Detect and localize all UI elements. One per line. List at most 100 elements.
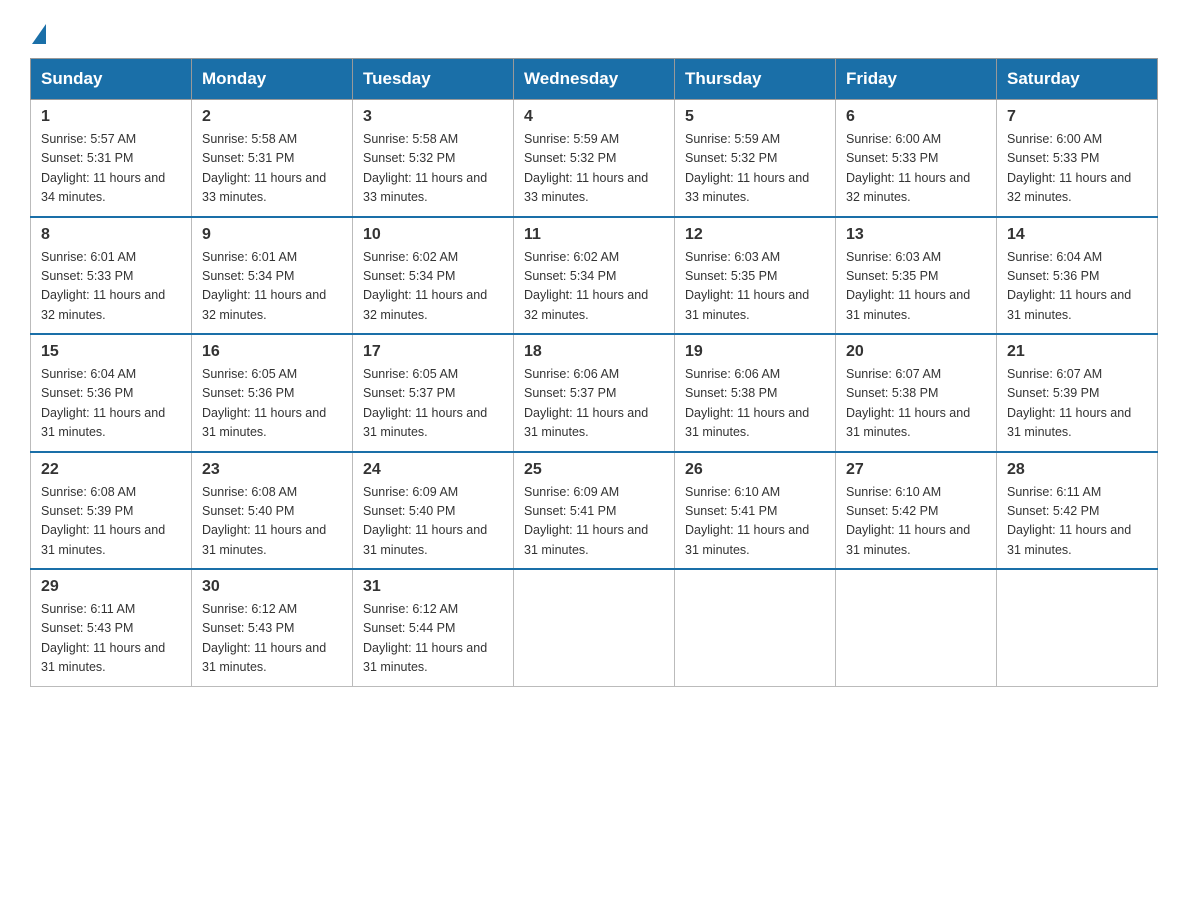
day-info: Sunrise: 6:09 AM Sunset: 5:40 PM Dayligh… <box>363 483 503 561</box>
sunrise-label: Sunrise: 5:59 AM <box>524 132 619 146</box>
day-info: Sunrise: 6:09 AM Sunset: 5:41 PM Dayligh… <box>524 483 664 561</box>
calendar-week-row: 29 Sunrise: 6:11 AM Sunset: 5:43 PM Dayl… <box>31 569 1158 686</box>
col-header-saturday: Saturday <box>997 59 1158 100</box>
sunrise-label: Sunrise: 6:05 AM <box>202 367 297 381</box>
calendar-cell: 20 Sunrise: 6:07 AM Sunset: 5:38 PM Dayl… <box>836 334 997 452</box>
page-header <box>30 20 1158 40</box>
sunset-label: Sunset: 5:40 PM <box>202 504 294 518</box>
day-number: 13 <box>846 226 986 244</box>
calendar-cell: 14 Sunrise: 6:04 AM Sunset: 5:36 PM Dayl… <box>997 217 1158 335</box>
sunset-label: Sunset: 5:32 PM <box>685 151 777 165</box>
sunrise-label: Sunrise: 6:05 AM <box>363 367 458 381</box>
daylight-label: Daylight: 11 hours and 31 minutes. <box>524 523 648 556</box>
day-number: 19 <box>685 343 825 361</box>
day-number: 31 <box>363 578 503 596</box>
daylight-label: Daylight: 11 hours and 31 minutes. <box>846 406 970 439</box>
sunrise-label: Sunrise: 6:11 AM <box>41 602 135 616</box>
daylight-label: Daylight: 11 hours and 31 minutes. <box>202 406 326 439</box>
sunset-label: Sunset: 5:33 PM <box>846 151 938 165</box>
daylight-label: Daylight: 11 hours and 34 minutes. <box>41 171 165 204</box>
daylight-label: Daylight: 11 hours and 31 minutes. <box>202 641 326 674</box>
calendar-cell: 27 Sunrise: 6:10 AM Sunset: 5:42 PM Dayl… <box>836 452 997 570</box>
day-number: 20 <box>846 343 986 361</box>
day-info: Sunrise: 6:07 AM Sunset: 5:39 PM Dayligh… <box>1007 365 1147 443</box>
logo <box>30 20 46 40</box>
sunrise-label: Sunrise: 6:10 AM <box>846 485 941 499</box>
daylight-label: Daylight: 11 hours and 32 minutes. <box>202 288 326 321</box>
daylight-label: Daylight: 11 hours and 31 minutes. <box>41 406 165 439</box>
calendar-week-row: 22 Sunrise: 6:08 AM Sunset: 5:39 PM Dayl… <box>31 452 1158 570</box>
day-info: Sunrise: 6:05 AM Sunset: 5:37 PM Dayligh… <box>363 365 503 443</box>
sunset-label: Sunset: 5:43 PM <box>41 621 133 635</box>
sunset-label: Sunset: 5:38 PM <box>846 386 938 400</box>
calendar-week-row: 15 Sunrise: 6:04 AM Sunset: 5:36 PM Dayl… <box>31 334 1158 452</box>
sunset-label: Sunset: 5:31 PM <box>202 151 294 165</box>
day-info: Sunrise: 6:03 AM Sunset: 5:35 PM Dayligh… <box>685 248 825 326</box>
calendar-cell: 22 Sunrise: 6:08 AM Sunset: 5:39 PM Dayl… <box>31 452 192 570</box>
sunrise-label: Sunrise: 6:01 AM <box>41 250 136 264</box>
day-info: Sunrise: 6:07 AM Sunset: 5:38 PM Dayligh… <box>846 365 986 443</box>
day-info: Sunrise: 6:12 AM Sunset: 5:44 PM Dayligh… <box>363 600 503 678</box>
sunrise-label: Sunrise: 5:59 AM <box>685 132 780 146</box>
daylight-label: Daylight: 11 hours and 31 minutes. <box>41 641 165 674</box>
day-info: Sunrise: 6:10 AM Sunset: 5:41 PM Dayligh… <box>685 483 825 561</box>
day-number: 18 <box>524 343 664 361</box>
calendar-cell: 19 Sunrise: 6:06 AM Sunset: 5:38 PM Dayl… <box>675 334 836 452</box>
sunrise-label: Sunrise: 6:09 AM <box>363 485 458 499</box>
day-info: Sunrise: 6:02 AM Sunset: 5:34 PM Dayligh… <box>524 248 664 326</box>
day-info: Sunrise: 6:01 AM Sunset: 5:33 PM Dayligh… <box>41 248 181 326</box>
daylight-label: Daylight: 11 hours and 33 minutes. <box>202 171 326 204</box>
sunset-label: Sunset: 5:40 PM <box>363 504 455 518</box>
day-number: 21 <box>1007 343 1147 361</box>
day-number: 11 <box>524 226 664 244</box>
sunset-label: Sunset: 5:38 PM <box>685 386 777 400</box>
sunset-label: Sunset: 5:31 PM <box>41 151 133 165</box>
calendar-cell: 15 Sunrise: 6:04 AM Sunset: 5:36 PM Dayl… <box>31 334 192 452</box>
day-info: Sunrise: 6:11 AM Sunset: 5:42 PM Dayligh… <box>1007 483 1147 561</box>
daylight-label: Daylight: 11 hours and 33 minutes. <box>685 171 809 204</box>
sunset-label: Sunset: 5:37 PM <box>524 386 616 400</box>
day-number: 14 <box>1007 226 1147 244</box>
day-info: Sunrise: 6:08 AM Sunset: 5:39 PM Dayligh… <box>41 483 181 561</box>
day-info: Sunrise: 6:11 AM Sunset: 5:43 PM Dayligh… <box>41 600 181 678</box>
day-info: Sunrise: 5:58 AM Sunset: 5:32 PM Dayligh… <box>363 130 503 208</box>
sunrise-label: Sunrise: 6:12 AM <box>363 602 458 616</box>
calendar-cell: 2 Sunrise: 5:58 AM Sunset: 5:31 PM Dayli… <box>192 100 353 217</box>
day-number: 10 <box>363 226 503 244</box>
sunset-label: Sunset: 5:43 PM <box>202 621 294 635</box>
sunrise-label: Sunrise: 6:04 AM <box>41 367 136 381</box>
logo-triangle-icon <box>32 24 46 44</box>
day-info: Sunrise: 6:00 AM Sunset: 5:33 PM Dayligh… <box>846 130 986 208</box>
sunset-label: Sunset: 5:36 PM <box>41 386 133 400</box>
day-number: 27 <box>846 461 986 479</box>
sunrise-label: Sunrise: 6:03 AM <box>685 250 780 264</box>
calendar-cell: 28 Sunrise: 6:11 AM Sunset: 5:42 PM Dayl… <box>997 452 1158 570</box>
calendar-cell: 26 Sunrise: 6:10 AM Sunset: 5:41 PM Dayl… <box>675 452 836 570</box>
calendar-cell <box>675 569 836 686</box>
day-info: Sunrise: 5:57 AM Sunset: 5:31 PM Dayligh… <box>41 130 181 208</box>
day-info: Sunrise: 6:03 AM Sunset: 5:35 PM Dayligh… <box>846 248 986 326</box>
sunset-label: Sunset: 5:32 PM <box>524 151 616 165</box>
sunset-label: Sunset: 5:39 PM <box>1007 386 1099 400</box>
daylight-label: Daylight: 11 hours and 31 minutes. <box>685 288 809 321</box>
daylight-label: Daylight: 11 hours and 31 minutes. <box>685 523 809 556</box>
daylight-label: Daylight: 11 hours and 32 minutes. <box>1007 171 1131 204</box>
daylight-label: Daylight: 11 hours and 31 minutes. <box>363 523 487 556</box>
sunrise-label: Sunrise: 6:06 AM <box>524 367 619 381</box>
sunrise-label: Sunrise: 6:00 AM <box>1007 132 1102 146</box>
day-number: 15 <box>41 343 181 361</box>
day-number: 28 <box>1007 461 1147 479</box>
day-number: 5 <box>685 108 825 126</box>
day-number: 29 <box>41 578 181 596</box>
daylight-label: Daylight: 11 hours and 33 minutes. <box>363 171 487 204</box>
calendar-cell <box>836 569 997 686</box>
calendar-cell: 7 Sunrise: 6:00 AM Sunset: 5:33 PM Dayli… <box>997 100 1158 217</box>
day-info: Sunrise: 6:10 AM Sunset: 5:42 PM Dayligh… <box>846 483 986 561</box>
calendar-cell: 11 Sunrise: 6:02 AM Sunset: 5:34 PM Dayl… <box>514 217 675 335</box>
calendar-cell <box>997 569 1158 686</box>
day-number: 1 <box>41 108 181 126</box>
sunset-label: Sunset: 5:33 PM <box>1007 151 1099 165</box>
daylight-label: Daylight: 11 hours and 31 minutes. <box>524 406 648 439</box>
day-info: Sunrise: 5:59 AM Sunset: 5:32 PM Dayligh… <box>685 130 825 208</box>
sunrise-label: Sunrise: 6:02 AM <box>363 250 458 264</box>
